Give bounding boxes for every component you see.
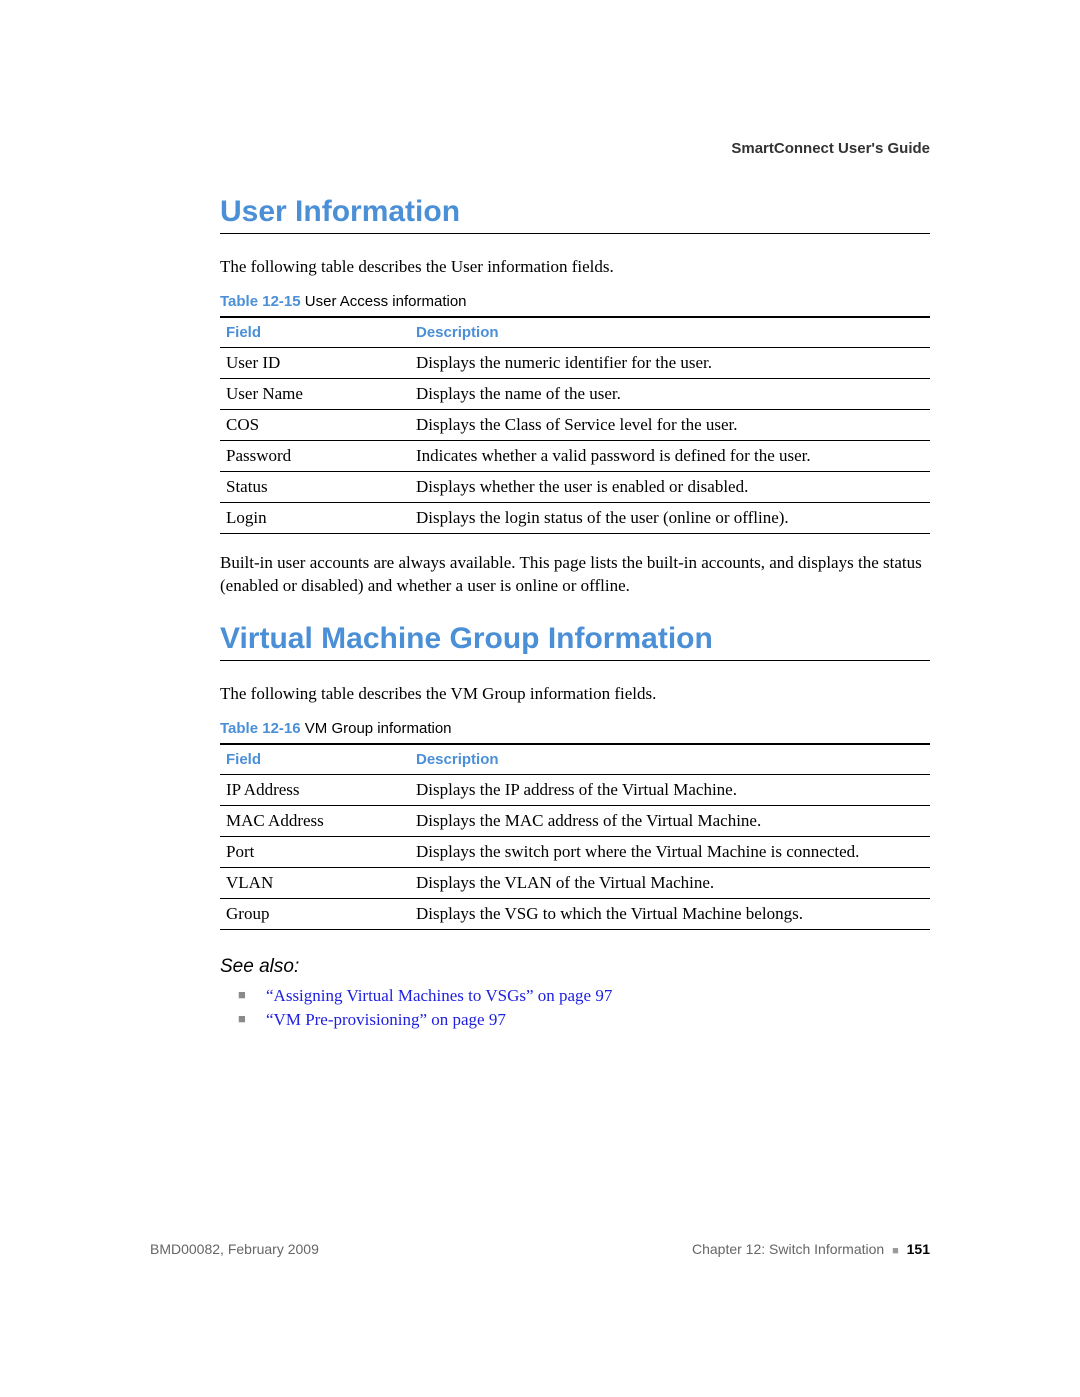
cell-field: Login [220, 502, 410, 533]
cell-field: User ID [220, 347, 410, 378]
cell-desc: Indicates whether a valid password is de… [410, 440, 930, 471]
section-title-vm-group: Virtual Machine Group Information [220, 622, 930, 656]
cell-field: VLAN [220, 867, 410, 898]
cell-field: User Name [220, 378, 410, 409]
xref-link[interactable]: “VM Pre-provisioning” on page 97 [220, 1010, 930, 1030]
table-row: Group Displays the VSG to which the Virt… [220, 898, 930, 929]
table-row: Password Indicates whether a valid passw… [220, 440, 930, 471]
table-row: Port Displays the switch port where the … [220, 836, 930, 867]
cell-field: Group [220, 898, 410, 929]
table-caption-user-access: Table 12-15 User Access information [220, 293, 930, 310]
col-field: Field [220, 317, 410, 348]
intro-paragraph-user-info: The following table describes the User i… [220, 256, 930, 279]
see-also-heading: See also: [220, 956, 930, 978]
post-paragraph-user-info: Built-in user accounts are always availa… [220, 552, 930, 598]
square-bullet-icon: ■ [888, 1245, 903, 1257]
table-caption-vm-group: Table 12-16 VM Group information [220, 720, 930, 737]
cell-field: Status [220, 471, 410, 502]
cell-desc: Displays the MAC address of the Virtual … [410, 805, 930, 836]
cell-field: COS [220, 409, 410, 440]
footer-left: BMD00082, February 2009 [150, 1241, 319, 1257]
title-rule [220, 660, 930, 661]
table-row: User Name Displays the name of the user. [220, 378, 930, 409]
cell-desc: Displays the name of the user. [410, 378, 930, 409]
title-rule [220, 233, 930, 234]
cell-field: IP Address [220, 774, 410, 805]
running-header: SmartConnect User's Guide [731, 140, 930, 157]
table-label: Table 12-16 [220, 720, 301, 737]
cell-desc: Displays the IP address of the Virtual M… [410, 774, 930, 805]
page-footer: BMD00082, February 2009 Chapter 12: Swit… [150, 1241, 930, 1257]
footer-right: Chapter 12: Switch Information ■ 151 [692, 1241, 930, 1257]
page-number: 151 [907, 1241, 930, 1257]
table-row: IP Address Displays the IP address of th… [220, 774, 930, 805]
table-row: User ID Displays the numeric identifier … [220, 347, 930, 378]
cell-field: Password [220, 440, 410, 471]
section-title-user-information: User Information [220, 195, 930, 229]
intro-paragraph-vm-group: The following table describes the VM Gro… [220, 683, 930, 706]
cell-desc: Displays the switch port where the Virtu… [410, 836, 930, 867]
table-row: MAC Address Displays the MAC address of … [220, 805, 930, 836]
table-caption-text: VM Group information [305, 720, 452, 737]
table-row: Login Displays the login status of the u… [220, 502, 930, 533]
cell-desc: Displays the numeric identifier for the … [410, 347, 930, 378]
cell-desc: Displays the VSG to which the Virtual Ma… [410, 898, 930, 929]
cell-field: Port [220, 836, 410, 867]
col-description: Description [410, 744, 930, 775]
table-row: VLAN Displays the VLAN of the Virtual Ma… [220, 867, 930, 898]
cell-desc: Displays whether the user is enabled or … [410, 471, 930, 502]
see-also-list: “Assigning Virtual Machines to VSGs” on … [220, 986, 930, 1030]
table-row: Status Displays whether the user is enab… [220, 471, 930, 502]
cell-desc: Displays the Class of Service level for … [410, 409, 930, 440]
col-description: Description [410, 317, 930, 348]
cell-field: MAC Address [220, 805, 410, 836]
table-vm-group: Field Description IP Address Displays th… [220, 743, 930, 930]
table-caption-text: User Access information [305, 293, 467, 310]
xref-link[interactable]: “Assigning Virtual Machines to VSGs” on … [220, 986, 930, 1006]
col-field: Field [220, 744, 410, 775]
table-row: COS Displays the Class of Service level … [220, 409, 930, 440]
table-label: Table 12-15 [220, 293, 301, 310]
footer-chapter: Chapter 12: Switch Information [692, 1241, 884, 1257]
cell-desc: Displays the login status of the user (o… [410, 502, 930, 533]
cell-desc: Displays the VLAN of the Virtual Machine… [410, 867, 930, 898]
table-user-access: Field Description User ID Displays the n… [220, 316, 930, 534]
